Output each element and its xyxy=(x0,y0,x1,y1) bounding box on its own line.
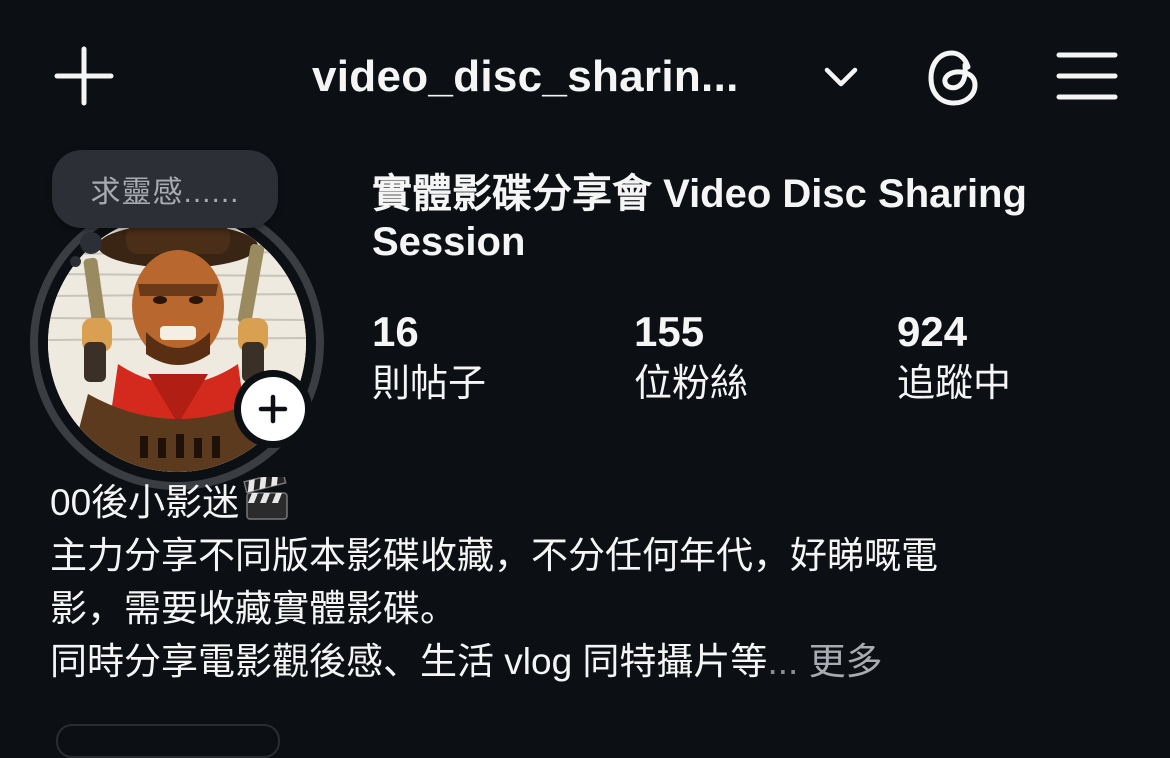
stat-posts[interactable]: 16 則帖子 xyxy=(372,306,486,410)
following-count: 924 xyxy=(897,308,968,355)
plus-icon xyxy=(241,377,305,441)
add-story-button[interactable] xyxy=(234,370,312,448)
posts-count: 16 xyxy=(372,308,419,355)
followers-count: 155 xyxy=(634,308,705,355)
note-tail-small xyxy=(70,256,81,267)
bio-line-4: 同時分享電影觀後感、生活 vlog 同特攝片等... 更多 xyxy=(50,635,1130,688)
more-link[interactable]: 更多 xyxy=(809,641,883,682)
threads-icon[interactable] xyxy=(918,42,990,114)
more-spacer xyxy=(798,641,808,682)
hamburger-menu-icon[interactable] xyxy=(1052,46,1122,106)
followers-label: 位粉絲 xyxy=(634,363,749,405)
clapper-board-icon xyxy=(243,477,288,520)
bio-line-3: 影，需要收藏實體影碟。 xyxy=(50,588,457,629)
display-name: 實體影碟分享會 Video Disc Sharing Session xyxy=(372,172,1027,264)
next-row-edge xyxy=(56,724,280,758)
note-tail xyxy=(80,232,102,254)
bio-line-4-text: 同時分享電影觀後感、生活 vlog 同特攝片等 xyxy=(50,641,768,682)
profile-note[interactable]: 求靈感...... xyxy=(52,150,278,228)
stat-following[interactable]: 924 追蹤中 xyxy=(897,306,1011,410)
stat-followers[interactable]: 155 位粉絲 xyxy=(634,306,748,410)
username-switcher[interactable]: video_disc_sharin... xyxy=(312,44,739,110)
chevron-down-icon[interactable] xyxy=(822,60,860,92)
bio-line-1-text: 00後小影迷 xyxy=(50,482,240,523)
plus-icon[interactable] xyxy=(50,42,118,110)
bio: 00後小影迷 主力分享不同版本影碟收藏，不分任何年代，好睇嘅電 影，需要收藏實體… xyxy=(50,476,1130,688)
bio-line-2: 主力分享不同版本影碟收藏，不分任何年代，好睇嘅電 xyxy=(50,535,938,576)
following-label: 追蹤中 xyxy=(897,363,1012,405)
username: video_disc_sharin... xyxy=(312,52,739,101)
top-bar: video_disc_sharin... xyxy=(0,0,1170,150)
note-text: 求靈感...... xyxy=(90,176,240,209)
bio-ellipsis: ... xyxy=(767,641,799,682)
posts-label: 則帖子 xyxy=(372,363,487,405)
bio-line-1: 00後小影迷 xyxy=(50,476,1130,529)
